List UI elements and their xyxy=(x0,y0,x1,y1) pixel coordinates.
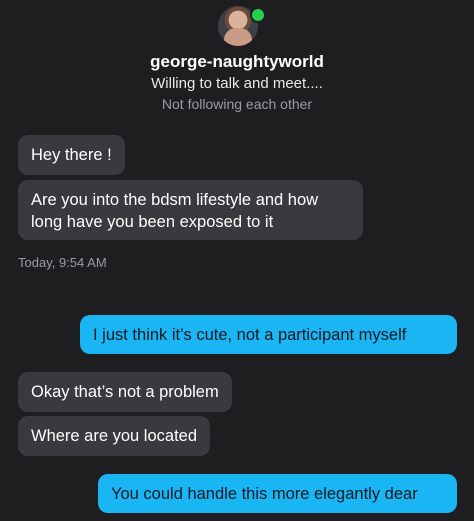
message-bubble-outgoing[interactable]: I just think it’s cute, not a participan… xyxy=(80,315,457,354)
message-bubble-incoming[interactable]: Hey there ! xyxy=(18,135,125,175)
follow-status: Not following each other xyxy=(161,96,313,112)
message-bubble-incoming[interactable]: Where are you located xyxy=(18,416,211,456)
message-bubble-incoming[interactable]: Okay that’s not a problem xyxy=(18,372,232,412)
message-bubble-incoming[interactable]: Are you into the bdsm lifestyle and how … xyxy=(18,180,363,240)
message-timestamp: Today, 9:54 AM xyxy=(18,255,107,270)
message-text: Where are you located xyxy=(31,427,198,445)
message-text: I just think it’s cute, not a participan… xyxy=(93,326,407,344)
username[interactable]: george-naughtyworld xyxy=(0,52,474,72)
message-text: You could handle this more elegantly dea… xyxy=(111,485,418,503)
profile-bio: Willing to talk and meet.... xyxy=(151,75,323,92)
message-text: Are you into the bdsm lifestyle and how … xyxy=(31,191,319,231)
message-text: Okay that’s not a problem xyxy=(31,383,219,401)
message-bubble-outgoing[interactable]: You could handle this more elegantly dea… xyxy=(98,474,457,513)
message-text: Hey there ! xyxy=(31,146,112,164)
avatar-figure xyxy=(224,28,252,46)
online-status-icon xyxy=(250,7,266,23)
